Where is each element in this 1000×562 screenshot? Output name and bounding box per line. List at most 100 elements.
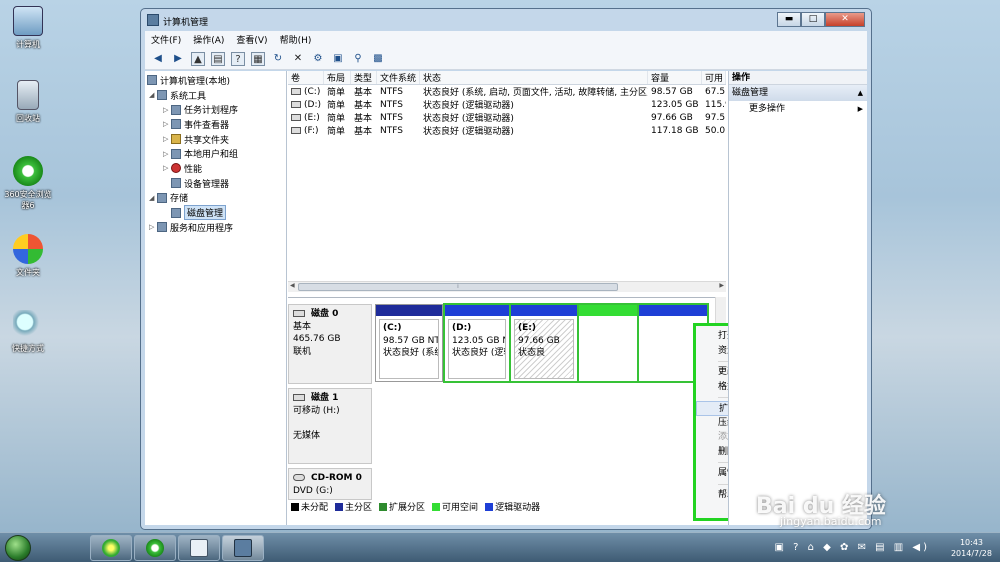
desktop-icon-folder[interactable]: 文件夹 [2, 234, 54, 278]
system-tray[interactable]: ▣ ? ⌂ ◆ ✿ ✉ ▤ ▥ ◀) [775, 542, 930, 553]
scroll-right-icon[interactable]: ▶ [719, 282, 724, 289]
legend-item: 扩展分区 [379, 500, 425, 513]
partition-d[interactable]: (D:) 123.05 GB N 状态良好 (逻辑 [443, 303, 511, 383]
column-header[interactable]: 状态 [420, 71, 648, 84]
expand-arrow-icon[interactable]: ▷ [163, 164, 171, 172]
table-row[interactable]: (E:) 简单 基本 NTFS 状态良好 (逻辑驱动器) 97.66 GB 97… [288, 111, 726, 124]
export-icon[interactable]: ▩ [371, 52, 385, 66]
settings-icon[interactable]: ⚙ [311, 52, 325, 66]
column-header[interactable]: 卷 [288, 71, 324, 84]
taskbar-app-explorer[interactable] [178, 535, 220, 561]
legend-swatch [485, 502, 494, 511]
show-hide-tree-icon[interactable]: ▤ [211, 51, 225, 66]
delete-icon[interactable]: ✕ [291, 52, 305, 66]
disk-1-row: 磁盘 1 可移动 (H:) 无媒体 [288, 388, 714, 464]
tree-services[interactable]: ▷ 服务和应用程序 [145, 220, 286, 235]
tree-storage[interactable]: ◢ 存储 [145, 191, 286, 206]
partition-free-space[interactable] [577, 303, 639, 383]
horizontal-scrollbar[interactable]: ◀ ⁞ ▶ [288, 281, 726, 292]
tree-system-tools[interactable]: ◢ 系统工具 [145, 88, 286, 103]
tree-performance[interactable]: ▷ 性能 [145, 161, 286, 176]
taskbar-app-360[interactable] [90, 535, 132, 561]
legend-item: 未分配 [291, 500, 328, 513]
submenu-arrow-icon: ▶ [857, 105, 863, 113]
drive-icon [291, 87, 301, 95]
table-row[interactable]: (C:) 简单 基本 NTFS 状态良好 (系统, 启动, 页面文件, 活动, … [288, 85, 726, 98]
menu-action[interactable]: 操作(A) [193, 33, 224, 46]
actions-section-disk-management[interactable]: 磁盘管理 ▲ [729, 85, 867, 101]
disk-graphic-view: 磁盘 0 基本 465.76 GB 联机 (C:) 98.57 GB NTI 状… [288, 297, 726, 513]
users-icon [171, 148, 181, 159]
tree-root[interactable]: 计算机管理(本地) [145, 73, 286, 88]
minimize-button[interactable]: ▬ [777, 12, 801, 27]
cd-rom-icon [293, 474, 305, 481]
help-icon[interactable]: ? [231, 51, 245, 66]
partition-e[interactable]: (E:) 97.66 GB 状态良 [509, 303, 579, 383]
disk-1-label[interactable]: 磁盘 1 可移动 (H:) 无媒体 [288, 388, 372, 464]
client-area: 计算机管理(本地) ◢ 系统工具 ▷ 任务计划程序 ▷ 事件查看器 ▷ 共享文件… [145, 71, 867, 525]
tree-device-manager[interactable]: 设备管理器 [145, 176, 286, 191]
scroll-left-icon[interactable]: ◀ [290, 282, 295, 289]
desktop-icon-shortcut[interactable]: 快捷方式 [2, 310, 54, 354]
legend-swatch [379, 502, 388, 511]
tree-local-users[interactable]: ▷ 本地用户和组 [145, 146, 286, 161]
computer-management-icon [234, 539, 252, 557]
scrollbar-thumb[interactable]: ⁞ [298, 283, 618, 291]
properties-icon[interactable]: ▦ [251, 51, 265, 66]
title-bar[interactable]: 计算机管理 ▬ □ ✕ [141, 9, 871, 31]
app-icon [147, 14, 159, 26]
maximize-button[interactable]: □ [801, 12, 825, 27]
volume-list-header: 卷 布局 类型 文件系统 状态 容量 可用 [288, 71, 726, 85]
cdrom-label[interactable]: CD-ROM 0 DVD (G:) [288, 468, 372, 500]
browser-icon [146, 539, 164, 557]
menu-file[interactable]: 文件(F) [151, 33, 181, 46]
actions-header: 操作 [729, 71, 867, 85]
tree-task-scheduler[interactable]: ▷ 任务计划程序 [145, 102, 286, 117]
up-folder-icon[interactable]: ▲ [191, 51, 205, 66]
tree-disk-management[interactable]: 磁盘管理 [145, 205, 286, 221]
column-header[interactable]: 布局 [324, 71, 351, 84]
services-icon [157, 222, 167, 233]
expand-arrow-icon[interactable]: ▷ [163, 106, 171, 114]
column-header[interactable]: 文件系统 [377, 71, 420, 84]
open-folder-icon[interactable]: ▣ [331, 52, 345, 66]
legend-swatch [335, 502, 344, 511]
collapse-up-icon[interactable]: ▲ [858, 85, 863, 101]
menu-help[interactable]: 帮助(H) [280, 33, 312, 46]
legend-swatch [432, 502, 441, 511]
partition-c[interactable]: (C:) 98.57 GB NTI 状态良好 (系统 [375, 304, 443, 382]
table-row[interactable]: (F:) 简单 基本 NTFS 状态良好 (逻辑驱动器) 117.18 GB 5… [288, 124, 726, 137]
performance-icon [171, 163, 181, 174]
clock[interactable]: 10:43 2014/7/28 [951, 537, 992, 559]
back-icon[interactable]: ◀ [151, 52, 165, 66]
actions-more[interactable]: 更多操作 ▶ [729, 101, 867, 118]
collapse-arrow-icon[interactable]: ◢ [149, 91, 157, 99]
desktop-icon-browser[interactable]: 360安全浏览器6 [2, 156, 54, 211]
legend-item: 主分区 [335, 500, 372, 513]
desktop-icon-computer[interactable]: 计算机 [2, 6, 54, 50]
tree-event-viewer[interactable]: ▷ 事件查看器 [145, 117, 286, 132]
refresh-icon[interactable]: ↻ [271, 52, 285, 66]
column-header[interactable]: 类型 [351, 71, 377, 84]
close-button[interactable]: ✕ [825, 12, 865, 27]
start-button[interactable] [5, 535, 31, 561]
table-row[interactable]: (D:) 简单 基本 NTFS 状态良好 (逻辑驱动器) 123.05 GB 1… [288, 98, 726, 111]
desktop-icon-recycle-bin[interactable]: 回收站 [2, 80, 54, 124]
expand-arrow-icon[interactable]: ▷ [163, 135, 171, 143]
computer-icon [13, 6, 43, 36]
search-icon[interactable]: ⚲ [351, 52, 365, 66]
expand-arrow-icon[interactable]: ▷ [149, 223, 157, 231]
menu-view[interactable]: 查看(V) [236, 33, 267, 46]
collapse-arrow-icon[interactable]: ◢ [149, 194, 157, 202]
disk-0-label[interactable]: 磁盘 0 基本 465.76 GB 联机 [288, 304, 372, 384]
expand-arrow-icon[interactable]: ▷ [163, 150, 171, 158]
expand-arrow-icon[interactable]: ▷ [163, 120, 171, 128]
tree-shared-folders[interactable]: ▷ 共享文件夹 [145, 132, 286, 147]
column-header[interactable]: 可用 [702, 71, 726, 84]
storage-icon [157, 192, 167, 203]
forward-icon[interactable]: ▶ [171, 52, 185, 66]
disk-0-row: 磁盘 0 基本 465.76 GB 联机 (C:) 98.57 GB NTI 状… [288, 303, 714, 384]
column-header[interactable]: 容量 [648, 71, 702, 84]
taskbar-app-computer-management[interactable] [222, 535, 264, 561]
taskbar-app-browser[interactable] [134, 535, 176, 561]
